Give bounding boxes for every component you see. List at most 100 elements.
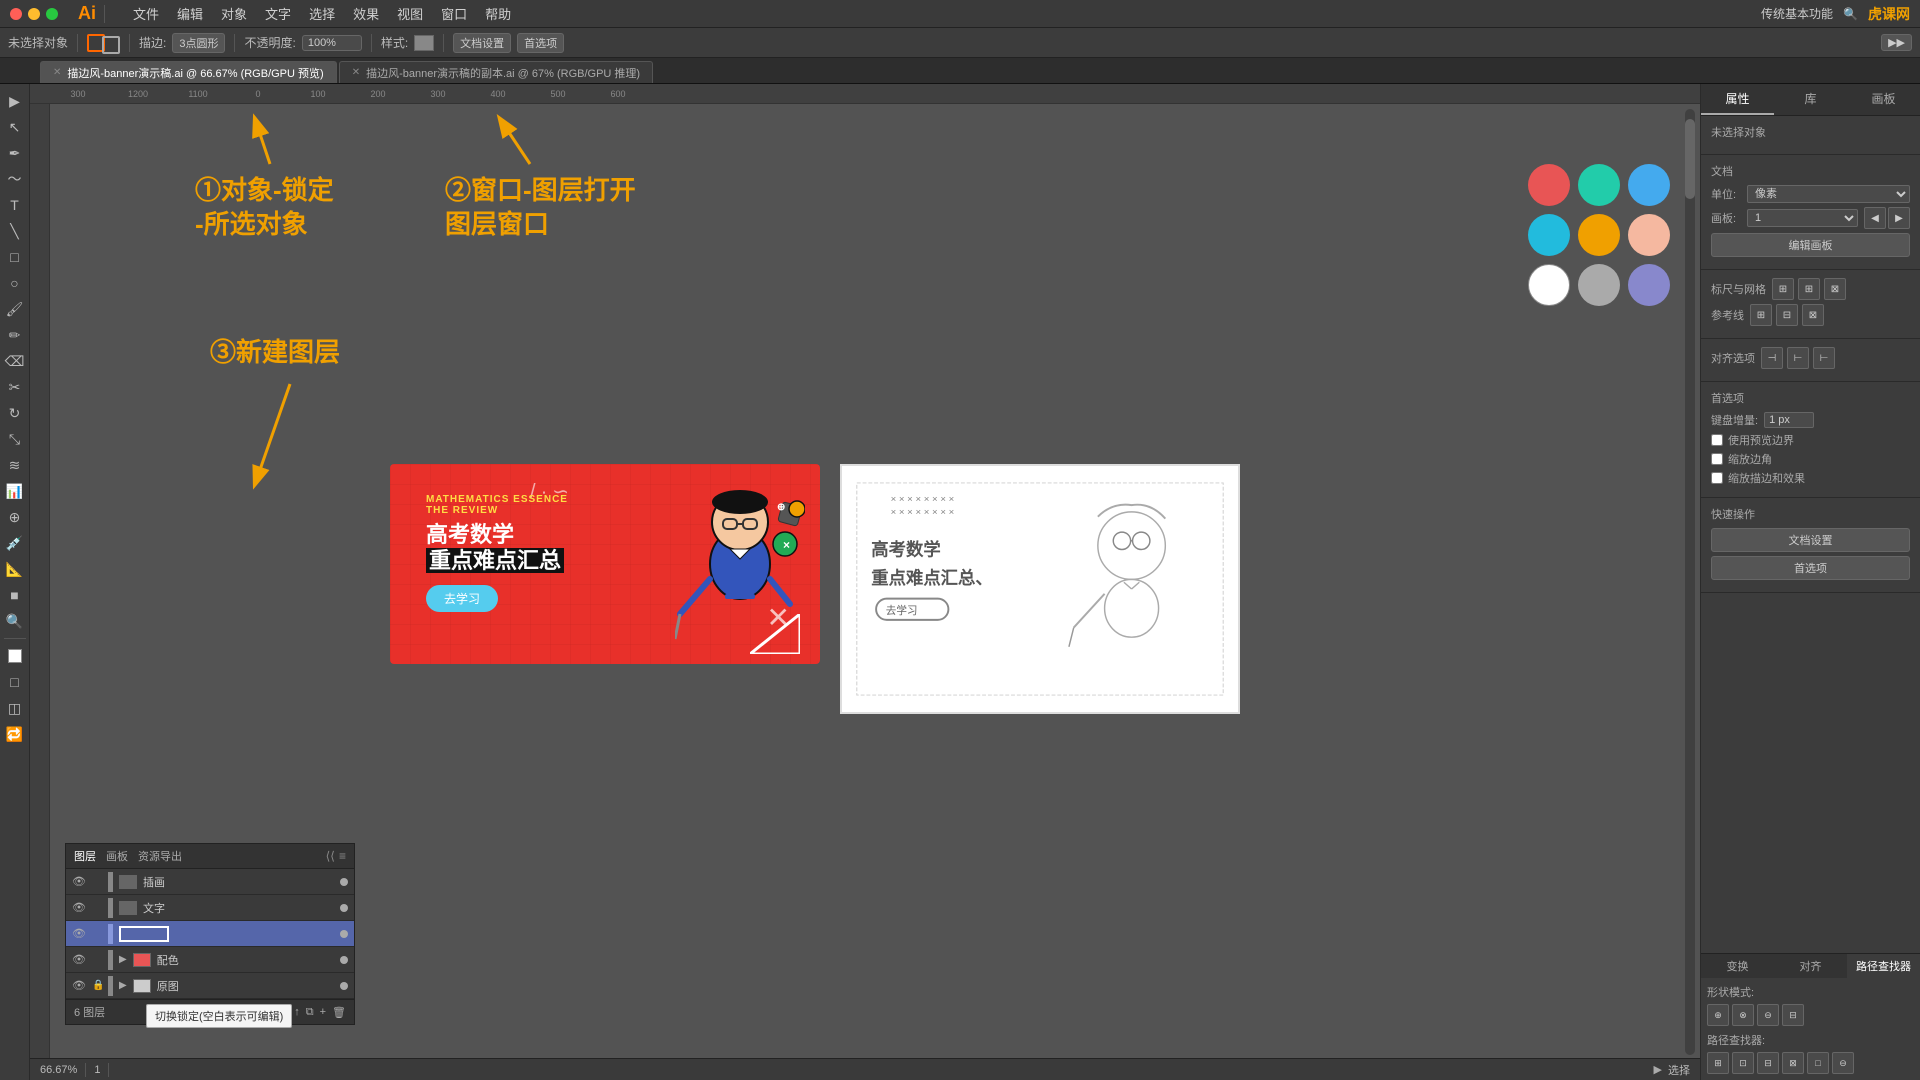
tool-brush[interactable]: 🖌 bbox=[3, 297, 27, 321]
swatch-peach[interactable] bbox=[1628, 214, 1670, 256]
layer-eye-original[interactable]: 👁 bbox=[72, 979, 88, 992]
tool-scale[interactable]: ⤡ bbox=[3, 427, 27, 451]
layer-row-painting[interactable]: 👁 插画 bbox=[66, 869, 354, 895]
merge-icon[interactable]: ⊟ bbox=[1757, 1052, 1779, 1074]
swatch-blue-gray[interactable] bbox=[1628, 264, 1670, 306]
collect-btn[interactable]: ⧉ bbox=[306, 1006, 314, 1019]
tab-1[interactable]: ✕ 描边风-banner演示稿.ai @ 66.67% (RGB/GPU 预览) bbox=[40, 61, 337, 83]
maximize-button[interactable] bbox=[46, 8, 58, 20]
stroke-swatch[interactable] bbox=[102, 36, 120, 54]
layer-eye-painting[interactable]: 👁 bbox=[72, 875, 88, 888]
exclude-icon[interactable]: ⊖ bbox=[1757, 1004, 1779, 1026]
canvas-area[interactable]: 300 1200 1100 0 100 200 300 400 500 600 … bbox=[30, 84, 1700, 1080]
export-tab[interactable]: 资源导出 bbox=[138, 848, 182, 864]
layer-eye-active[interactable]: 👁 bbox=[72, 927, 88, 940]
make-sublayer-btn[interactable]: ⊕ bbox=[279, 1006, 288, 1019]
swatch-teal[interactable] bbox=[1578, 164, 1620, 206]
tool-pen[interactable]: ✒ bbox=[3, 141, 27, 165]
layer-row-text[interactable]: 👁 文字 bbox=[66, 895, 354, 921]
tool-graph[interactable]: 📊 bbox=[3, 479, 27, 503]
artboards-tab[interactable]: 画板 bbox=[1847, 84, 1920, 115]
tool-eyedrop[interactable]: 💉 bbox=[3, 531, 27, 555]
snap-icon[interactable]: ⊠ bbox=[1824, 278, 1846, 300]
minimize-button[interactable] bbox=[28, 8, 40, 20]
snap-bounds-check[interactable] bbox=[1711, 434, 1723, 446]
mode-draw-behind[interactable]: 🔁 bbox=[3, 722, 27, 746]
tool-pencil[interactable]: ✏ bbox=[3, 323, 27, 347]
align-left-icon[interactable]: ⊣ bbox=[1761, 347, 1783, 369]
scrollbar-thumb-v[interactable] bbox=[1685, 119, 1695, 199]
menu-window[interactable]: 窗口 bbox=[441, 4, 467, 23]
mode-draw-inside[interactable]: ◫ bbox=[3, 696, 27, 720]
stroke-btn[interactable]: 3点圆形 bbox=[172, 33, 225, 53]
layer-row-palette[interactable]: 👁 ▶ 配色 bbox=[66, 947, 354, 973]
layer-lock-original[interactable]: 🔒 bbox=[92, 980, 104, 991]
tab-2[interactable]: ✕ 描边风-banner演示稿的副本.ai @ 67% (RGB/GPU 推理) bbox=[339, 61, 653, 83]
tool-gradient[interactable]: ■ bbox=[3, 583, 27, 607]
tool-measure[interactable]: 📐 bbox=[3, 557, 27, 581]
preferences-btn-toolbar[interactable]: 首选项 bbox=[517, 33, 564, 53]
corner-check[interactable] bbox=[1711, 453, 1723, 465]
menu-effect[interactable]: 效果 bbox=[353, 4, 379, 23]
tool-rect[interactable]: □ bbox=[3, 245, 27, 269]
tool-ellipse[interactable]: ○ bbox=[3, 271, 27, 295]
tool-blend[interactable]: ⊕ bbox=[3, 505, 27, 529]
prev-artboard-btn[interactable]: ◀ bbox=[1864, 207, 1886, 229]
menu-view[interactable]: 视图 bbox=[397, 4, 423, 23]
tool-eraser[interactable]: ⌫ bbox=[3, 349, 27, 373]
keyboard-input[interactable] bbox=[1764, 412, 1814, 428]
doc-settings-btn[interactable]: 文档设置 bbox=[453, 33, 511, 53]
tool-type[interactable]: T bbox=[3, 193, 27, 217]
menu-help[interactable]: 帮助 bbox=[485, 4, 511, 23]
pathfinder-tab[interactable]: 路径查找器 bbox=[1847, 954, 1920, 978]
delete-layer-btn[interactable]: 🗑 bbox=[332, 1006, 346, 1019]
tool-scissors[interactable]: ✂ bbox=[3, 375, 27, 399]
swatch-gray[interactable] bbox=[1578, 264, 1620, 306]
tool-zoom[interactable]: 🔍 bbox=[3, 609, 27, 633]
scale-effects-check[interactable] bbox=[1711, 472, 1723, 484]
tool-curvature[interactable]: 〜 bbox=[3, 167, 27, 191]
menu-file[interactable]: 文件 bbox=[133, 4, 159, 23]
menu-edit[interactable]: 编辑 bbox=[177, 4, 203, 23]
edit-artboard-btn[interactable]: 编辑画板 bbox=[1711, 233, 1910, 257]
layers-panel-close[interactable]: ⟨⟨ bbox=[326, 849, 335, 863]
scrollbar-v[interactable] bbox=[1685, 109, 1695, 1055]
next-artboard-btn[interactable]: ▶ bbox=[1888, 207, 1910, 229]
guide-icon-3[interactable]: ⊠ bbox=[1802, 304, 1824, 326]
layer-eye-text[interactable]: 👁 bbox=[72, 901, 88, 914]
doc-settings-quick-btn[interactable]: 文档设置 bbox=[1711, 528, 1910, 552]
menu-text[interactable]: 文字 bbox=[265, 4, 291, 23]
more-btn[interactable]: ▶▶ bbox=[1881, 34, 1912, 51]
layer-expand-palette[interactable]: ▶ bbox=[119, 954, 127, 965]
tool-line[interactable]: ╲ bbox=[3, 219, 27, 243]
guide-icon-1[interactable]: ⊞ bbox=[1750, 304, 1772, 326]
trim-icon[interactable]: ⊡ bbox=[1732, 1052, 1754, 1074]
artboard-select[interactable]: 1 bbox=[1747, 209, 1858, 227]
close-button[interactable] bbox=[10, 8, 22, 20]
transform-tab[interactable]: 变换 bbox=[1701, 954, 1774, 978]
align-right-icon[interactable]: ⊢ bbox=[1813, 347, 1835, 369]
play-btn[interactable]: ▶ bbox=[1654, 1063, 1662, 1076]
outline-icon[interactable]: □ bbox=[1807, 1052, 1829, 1074]
opacity-input[interactable] bbox=[302, 35, 362, 51]
swatch-red[interactable] bbox=[1528, 164, 1570, 206]
guide-icon-2[interactable]: ⊟ bbox=[1776, 304, 1798, 326]
tool-rotate[interactable]: ↻ bbox=[3, 401, 27, 425]
align-tab-bottom[interactable]: 对齐 bbox=[1774, 954, 1847, 978]
align-center-icon[interactable]: ⊢ bbox=[1787, 347, 1809, 369]
layer-row-active[interactable]: 👁 bbox=[66, 921, 354, 947]
new-layer-btn[interactable]: + bbox=[320, 1006, 326, 1019]
intersect-icon[interactable]: ⊗ bbox=[1732, 1004, 1754, 1026]
menu-object[interactable]: 对象 bbox=[221, 4, 247, 23]
tool-select[interactable]: ▶ bbox=[3, 89, 27, 113]
layer-name-input-active[interactable] bbox=[119, 926, 169, 942]
layers-tab[interactable]: 图层 bbox=[74, 848, 96, 864]
menu-select[interactable]: 选择 bbox=[309, 4, 335, 23]
swatch-cyan[interactable] bbox=[1528, 214, 1570, 256]
tab-1-close[interactable]: ✕ bbox=[53, 67, 61, 78]
swatch-light-blue[interactable] bbox=[1628, 164, 1670, 206]
tool-warp[interactable]: ≋ bbox=[3, 453, 27, 477]
layers-panel-menu[interactable]: ≡ bbox=[339, 849, 346, 863]
tool-direct-select[interactable]: ↖ bbox=[3, 115, 27, 139]
minus-back-icon[interactable]: ⊖ bbox=[1832, 1052, 1854, 1074]
